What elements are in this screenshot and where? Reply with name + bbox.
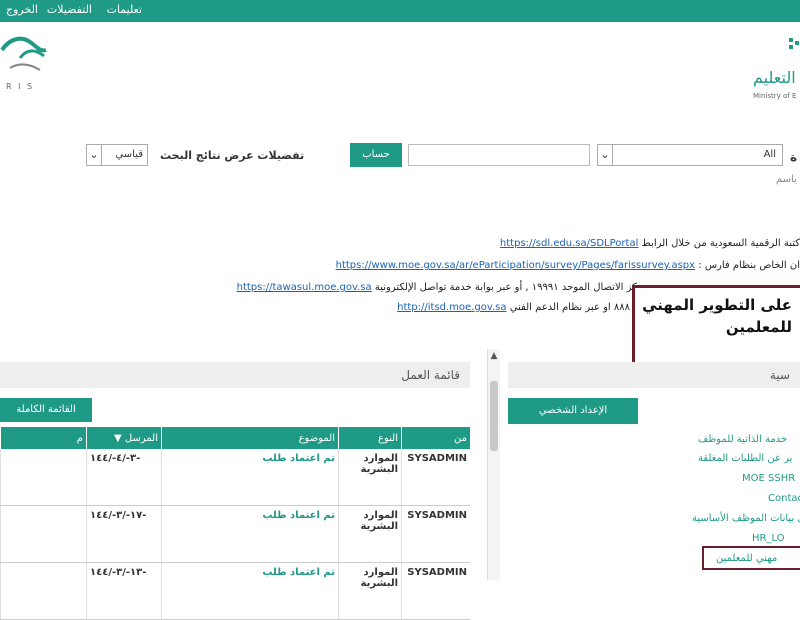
professional-development-callout: على التطوير المهني للمعلمين: [632, 285, 800, 370]
column-subject[interactable]: الموضوع: [161, 427, 339, 449]
tawasul-link[interactable]: https://tawasul.moe.gov.sa: [237, 282, 372, 293]
sidebar-item-self-service[interactable]: خدمة الذاتية للموظف: [698, 434, 787, 445]
row-extra: [0, 505, 87, 563]
table-row[interactable]: SYSADMIN الموارد البشرية تم اعتماد طلب ٣…: [0, 449, 470, 506]
sidebar-item-hr-lo[interactable]: HR_LO: [752, 533, 785, 544]
results-preferences-label: تفضيلات عرض نتائج البحث: [160, 149, 305, 162]
faris-logo-icon: [0, 36, 47, 71]
scroll-up-icon[interactable]: ▲: [488, 351, 500, 361]
announcement-line: ى بمركز الاتصال الموحد ١٩٩٩١ , أو عبر بو…: [236, 282, 662, 293]
row-from: SYSADMIN: [401, 505, 470, 563]
faris-logo-caption: R I S: [6, 82, 35, 91]
sidebar-item-employee-data[interactable]: ل بيانات الموظف الأساسية: [692, 513, 800, 524]
search-label: ة: [790, 150, 798, 164]
worklist-table: من النوع الموضوع المرسل ▼ م SYSADMIN الم…: [0, 427, 470, 620]
row-from: SYSADMIN: [401, 562, 470, 620]
announcement-line: ان الخاص بنظام فارس : https://www.moe.go…: [335, 260, 800, 271]
row-subject-link[interactable]: تم اعتماد طلب: [161, 449, 339, 506]
sidebar-item-contact[interactable]: Contac: [768, 493, 800, 504]
sdl-link[interactable]: https://sdl.edu.sa/SDLPortal: [500, 238, 638, 249]
table-row[interactable]: SYSADMIN الموارد البشرية تم اعتماد طلب ١…: [0, 562, 470, 620]
column-type[interactable]: النوع: [338, 427, 402, 449]
search-scope-select[interactable]: ⌄ All: [597, 144, 783, 166]
side-panel-header: سية: [508, 362, 800, 388]
table-header-row: من النوع الموضوع المرسل ▼ م: [0, 427, 470, 449]
sidebar-item-moe-sshr[interactable]: MOE SSHR: [742, 473, 795, 484]
topbar-preferences-link[interactable]: التفضيلات: [47, 3, 92, 16]
table-row[interactable]: SYSADMIN الموارد البشرية تم اعتماد طلب ١…: [0, 505, 470, 563]
row-extra: [0, 562, 87, 620]
row-subject-link[interactable]: تم اعتماد طلب: [161, 505, 339, 563]
ministry-logo-arabic: التعليم: [753, 68, 796, 87]
top-navigation-bar: تعليمات التفضيلات الخروج: [0, 0, 800, 22]
highlight-box: [702, 546, 800, 570]
chevron-down-icon: ⌄: [87, 145, 102, 165]
row-type: الموارد البشرية: [338, 505, 402, 563]
worklist-header: قائمة العمل: [0, 362, 470, 388]
row-type: الموارد البشرية: [338, 562, 402, 620]
topbar-help-link[interactable]: تعليمات: [107, 3, 142, 16]
scroll-thumb[interactable]: [490, 381, 498, 451]
topbar-logout-link[interactable]: الخروج: [6, 3, 38, 16]
faris-logo: R I S: [0, 28, 52, 98]
row-extra: [0, 449, 87, 506]
personal-settings-button[interactable]: الإعداد الشخصي: [508, 398, 638, 424]
full-list-button[interactable]: القائمة الكاملة: [0, 398, 92, 422]
sort-down-icon: ▼: [114, 432, 122, 444]
row-subject-link[interactable]: تم اعتماد طلب: [161, 562, 339, 620]
survey-link[interactable]: https://www.moe.gov.sa/ar/eParticipation…: [336, 260, 695, 271]
row-date: ٣-/٤-/١٤٤-: [86, 449, 162, 506]
column-from[interactable]: من: [401, 427, 470, 449]
search-button[interactable]: حساب: [350, 143, 402, 167]
ministry-logo-english: Ministry of E: [753, 92, 797, 100]
announcement-line: ٨٨٨ او عبر نظام الدعم الفني http://itsd.…: [397, 302, 630, 313]
chevron-down-icon: ⌄: [598, 145, 613, 165]
ministry-logo: التعليم Ministry of E: [745, 30, 800, 100]
ministry-emblem-icon: [787, 36, 799, 52]
row-type: الموارد البشرية: [338, 449, 402, 506]
row-date: ١٧-/٣-/١٤٤-: [86, 505, 162, 563]
worklist-scrollbar[interactable]: ▲: [487, 349, 500, 580]
search-input[interactable]: [408, 144, 590, 166]
results-preferences-select[interactable]: ⌄ قياسي: [86, 144, 148, 166]
column-extra[interactable]: م: [0, 427, 87, 449]
sidebar-item-closed-requests[interactable]: ير عن الطلبات المغلقة: [698, 453, 792, 464]
itsd-link[interactable]: http://itsd.moe.gov.sa: [397, 302, 506, 313]
column-sent[interactable]: المرسل ▼: [86, 427, 162, 449]
announcement-line: كتبة الرقمية السعودية من خلال الرابط htt…: [499, 238, 800, 249]
row-date: ١٣-/٣-/١٤٤-: [86, 562, 162, 620]
row-from: SYSADMIN: [401, 449, 470, 506]
search-hint: ياسم: [776, 174, 797, 185]
